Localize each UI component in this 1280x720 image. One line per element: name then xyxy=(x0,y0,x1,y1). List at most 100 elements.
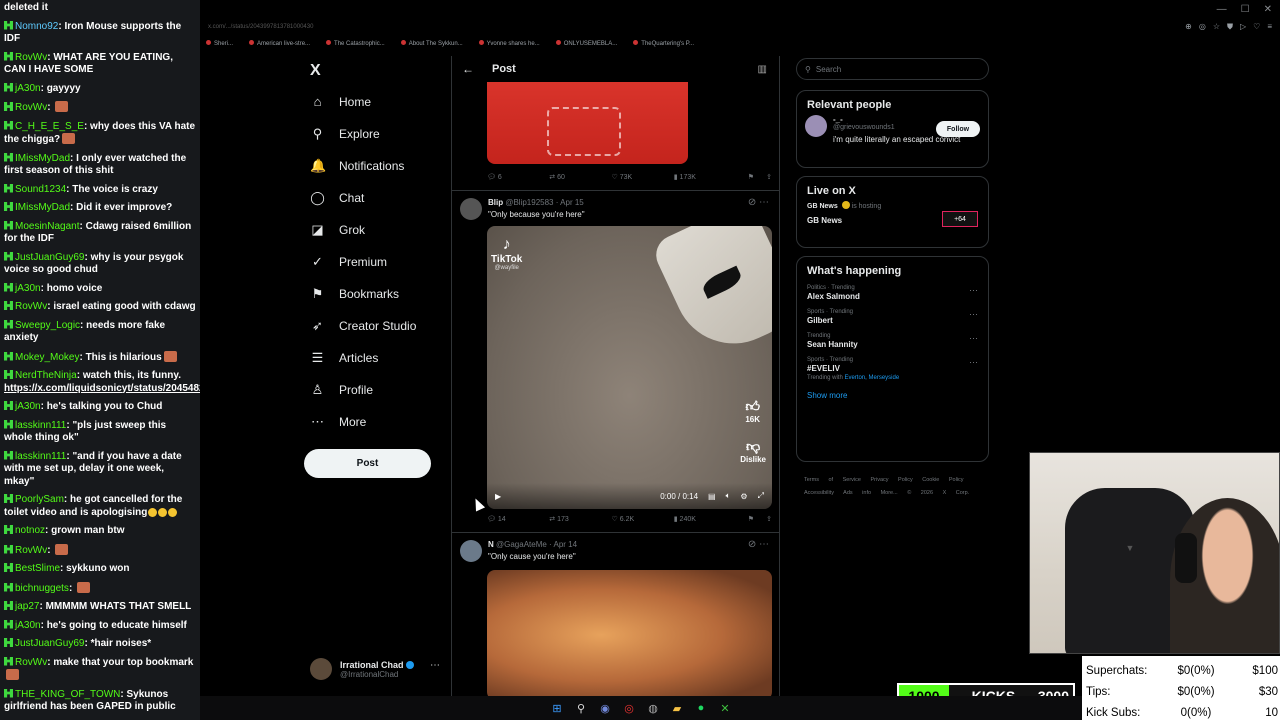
fullscreen-icon[interactable]: ⤢ xyxy=(758,491,764,501)
chat-username[interactable]: PoorlySam xyxy=(15,494,64,505)
folder-icon[interactable]: ▰ xyxy=(670,701,684,715)
nav-item-grok[interactable]: ◪ Grok xyxy=(310,222,365,238)
reader-view-icon[interactable]: ▥ xyxy=(758,64,767,75)
trend-more-icon[interactable]: ⋯ xyxy=(969,357,978,368)
opera-icon[interactable]: ◎ xyxy=(622,701,636,715)
chat-username[interactable]: notnoz xyxy=(15,525,45,536)
play-icon[interactable]: ▶ xyxy=(495,492,501,501)
like-button[interactable]: ♡ 73K xyxy=(612,173,674,181)
bookmark-item[interactable]: About The Sykkun... xyxy=(401,40,463,47)
chat-username[interactable]: RovWv xyxy=(15,102,47,113)
trend-more-icon[interactable]: ⋯ xyxy=(969,333,978,344)
chat-username[interactable]: C_H_E_E_S_E xyxy=(15,121,84,132)
like-button[interactable]: ♡ 6.2K xyxy=(612,515,674,523)
chat-username[interactable]: lasskinn111 xyxy=(15,451,66,462)
chat-username[interactable]: jA30n xyxy=(15,283,41,294)
trend-item[interactable]: Sports · Trending Gilbert ⋯ xyxy=(797,305,988,329)
chat-username[interactable]: MoesinNagant xyxy=(15,221,79,232)
chat-username[interactable]: JustJuanGuy69 xyxy=(15,638,85,649)
trend-item[interactable]: Politics · Trending Alex Salmond ⋯ xyxy=(797,281,988,305)
menu-icon[interactable]: ≡ xyxy=(1267,22,1272,32)
bookmark-star-icon[interactable]: ☆ xyxy=(1213,22,1220,32)
chat-username[interactable]: bichnuggets xyxy=(15,583,69,594)
tweet-author[interactable]: Blip xyxy=(488,198,503,207)
live-broadcast[interactable]: GB News is hosting GB News +64 xyxy=(797,201,988,233)
repost-button[interactable]: ⇄ 60 xyxy=(549,173,611,181)
chat-username[interactable]: RovWv xyxy=(15,545,47,556)
back-arrow-icon[interactable]: ← xyxy=(462,62,474,76)
search-box[interactable]: ⚲ Search xyxy=(796,58,989,80)
chat-username[interactable]: IMissMyDad xyxy=(15,202,70,213)
maximize-icon[interactable]: ☐ xyxy=(1241,4,1250,15)
chat-username[interactable]: RovWv xyxy=(15,301,47,312)
close-icon[interactable]: ✕ xyxy=(1264,4,1272,15)
tweet-avatar[interactable] xyxy=(460,540,482,562)
chat-username[interactable]: Mokey_Mokey xyxy=(15,352,79,363)
extension-icon[interactable]: ◎ xyxy=(1199,22,1206,32)
reply-button[interactable]: 💬︎ 14 xyxy=(487,515,549,523)
trend-item[interactable]: Trending Sean Hannity ⋯ xyxy=(797,329,988,353)
captions-icon[interactable]: ▤ xyxy=(708,492,716,501)
trend-item[interactable]: Sports · Trending #EVELIV Trending with Ev… xyxy=(797,353,988,385)
nav-item-bookmarks[interactable]: ⚑ Bookmarks xyxy=(310,286,399,302)
x-logo-icon[interactable]: X xyxy=(310,62,321,80)
play-icon[interactable]: ▷ xyxy=(1240,22,1246,32)
chat-username[interactable]: JustJuanGuy69 xyxy=(15,252,85,263)
settings-gear-icon[interactable]: ⚙ xyxy=(740,492,747,501)
tweet-author[interactable]: N xyxy=(488,540,494,549)
nav-item-creator-studio[interactable]: ➶ Creator Studio xyxy=(310,318,416,334)
trend-with-link[interactable]: Everton, Merseyside xyxy=(844,375,899,381)
chat-username[interactable]: Nomno92 xyxy=(15,21,58,32)
spotify-icon[interactable]: ● xyxy=(694,701,708,715)
chat-link[interactable]: https://x.com/liquidsonicyt/status/20454… xyxy=(4,383,200,394)
trend-more-icon[interactable]: ⋯ xyxy=(969,285,978,296)
video-dislike-button[interactable]: 👎︎ Dislike xyxy=(740,438,766,464)
bookmark-icon[interactable]: ⚑ xyxy=(736,515,754,523)
chat-username[interactable]: Sound1234 xyxy=(15,184,66,195)
account-switcher[interactable]: Irrational Chad @IrrationalChad xyxy=(310,658,414,680)
tweet-more-icon[interactable]: ⊘ ⋯ xyxy=(748,197,769,208)
chat-username[interactable]: jA30n xyxy=(15,401,41,412)
windows-start-icon[interactable]: ⊞ xyxy=(550,701,564,715)
bookmark-item[interactable]: Sheri... xyxy=(206,40,233,47)
share-icon[interactable]: ⇪ xyxy=(754,515,772,523)
show-more-link[interactable]: Show more xyxy=(797,385,988,408)
search-icon[interactable]: ⚲ xyxy=(574,701,588,715)
shield-icon[interactable]: ⛊ xyxy=(1227,22,1233,32)
chat-username[interactable]: IMissMyDad xyxy=(15,153,70,164)
tweet-video-player[interactable]: ♪ TikTok @wayfile 👍︎ 16K 👎︎ Dislike ▶ 0:… xyxy=(487,226,772,509)
chat-username[interactable]: THE_KING_OF_TOWN xyxy=(15,689,120,700)
tweet-avatar[interactable] xyxy=(460,198,482,220)
chat-username[interactable]: RovWv xyxy=(15,52,47,63)
footer-links[interactable]: Terms of Service Privacy Policy Cookie P… xyxy=(804,474,989,500)
nav-item-profile[interactable]: ♙ Profile xyxy=(310,382,373,398)
compose-post-button[interactable]: Post xyxy=(304,449,431,478)
chat-username[interactable]: jA30n xyxy=(15,620,41,631)
nav-item-home[interactable]: ⌂ Home xyxy=(310,94,371,109)
repost-button[interactable]: ⇄ 173 xyxy=(549,515,611,523)
bookmark-item[interactable]: Yvonne shares he... xyxy=(479,40,540,47)
views-button[interactable]: ▮ 173K xyxy=(674,173,736,181)
bookmark-item[interactable]: The Catastrophic... xyxy=(326,40,385,47)
share-icon[interactable]: ⇪ xyxy=(754,173,772,181)
volume-icon[interactable]: 🔈︎ xyxy=(726,491,731,501)
account-more-icon[interactable]: ⋯ xyxy=(430,660,440,671)
chat-username[interactable]: RovWv xyxy=(15,657,47,668)
chat-username[interactable]: NerdTheNinja xyxy=(15,370,77,381)
person-avatar[interactable] xyxy=(805,115,827,137)
tweet-media-red-shirt[interactable] xyxy=(487,82,688,164)
address-bar[interactable]: x.com/.../status/2043997813781000430 ⊕ ◎… xyxy=(200,18,1280,36)
heart-icon[interactable]: ♡ xyxy=(1253,22,1260,32)
bookmark-item[interactable]: TheQuartering's P... xyxy=(633,40,694,47)
nav-item-premium[interactable]: ✓ Premium xyxy=(310,254,387,270)
chrome-icon[interactable]: ◍ xyxy=(646,701,660,715)
chat-username[interactable]: BestSlime xyxy=(15,563,60,574)
bookmark-icon[interactable]: ⚑ xyxy=(736,173,754,181)
nav-item-notifications[interactable]: 🔔 Notifications xyxy=(310,158,404,174)
minimize-icon[interactable]: — xyxy=(1217,4,1227,15)
chat-username[interactable]: jA30n xyxy=(15,83,41,94)
reply-button[interactable]: 💬︎ 6 xyxy=(487,173,549,181)
bookmark-item[interactable]: American live-stre... xyxy=(249,40,310,47)
follow-button[interactable]: Follow xyxy=(936,121,980,137)
chat-username[interactable]: lasskinn111 xyxy=(15,420,66,431)
